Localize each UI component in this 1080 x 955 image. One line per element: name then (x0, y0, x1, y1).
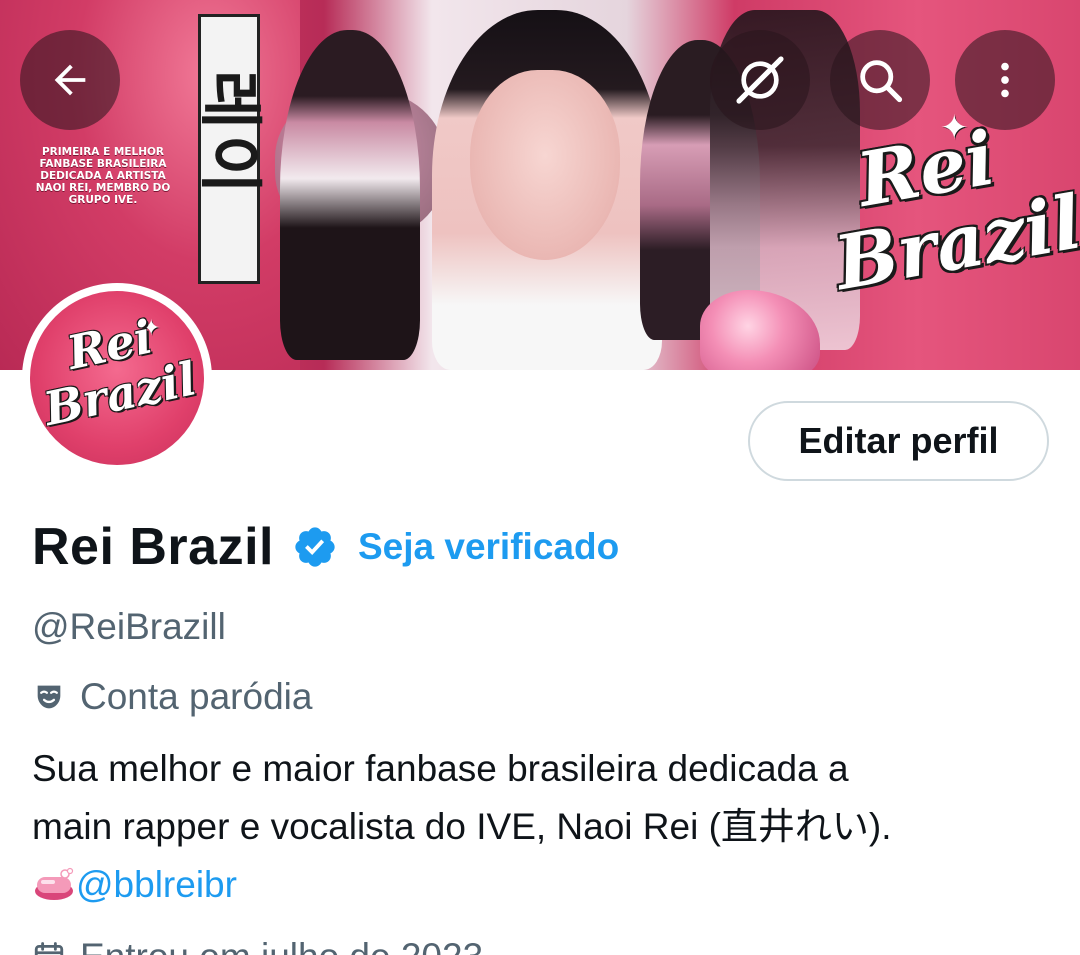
profile-bio: Sua melhor e maior fanbase brasileira de… (32, 740, 1052, 914)
verified-badge-icon[interactable] (292, 524, 338, 570)
avatar[interactable]: ✦ Rei Brazil (30, 291, 204, 465)
more-vertical-icon (1001, 62, 1009, 98)
search-icon (860, 60, 903, 103)
avatar-logo: Rei Brazil (30, 302, 204, 456)
parody-label: Conta paródia (80, 676, 313, 717)
soap-emoji-icon (35, 867, 74, 900)
user-handle: @ReiBrazill (32, 606, 226, 647)
bio-line-1: Sua melhor e maior fanbase brasileira de… (32, 748, 849, 789)
banner-logo: Rei Brazil (816, 113, 1080, 327)
banner-strip-text: 레이 (192, 70, 266, 200)
banner-tagline: Primeira e melhor fanbase brasileira ded… (35, 146, 171, 206)
joined-date: Entrou em julho de 2023 (80, 936, 483, 955)
profile-page: Primeira e melhor fanbase brasileira ded… (0, 0, 1080, 955)
grok-icon (736, 56, 784, 104)
parody-label-row: Conta paródia (32, 672, 312, 722)
display-name: Rei Brazil (32, 518, 274, 576)
edit-profile-button[interactable]: Editar perfil (748, 401, 1049, 481)
calendar-icon (34, 942, 64, 955)
grok-button[interactable] (710, 30, 810, 130)
bio-line-2: main rapper e vocalista do IVE, Naoi Rei… (32, 806, 892, 847)
banner-photo-left (280, 30, 420, 360)
arrow-left-icon (54, 64, 86, 96)
bio-mention-link[interactable]: @bblreibr (76, 864, 237, 905)
search-button[interactable] (830, 30, 930, 130)
get-verified-link[interactable]: Seja verificado (358, 526, 619, 568)
parody-mask-icon (37, 685, 61, 709)
joined-date-row: Entrou em julho de 2023 (32, 932, 483, 955)
more-button[interactable] (955, 30, 1055, 130)
name-row: Rei Brazil Seja verificado (32, 512, 619, 582)
bio-line-3: @bblreibr (32, 856, 1052, 914)
back-button[interactable] (20, 30, 120, 130)
banner-photo-face (470, 70, 620, 260)
